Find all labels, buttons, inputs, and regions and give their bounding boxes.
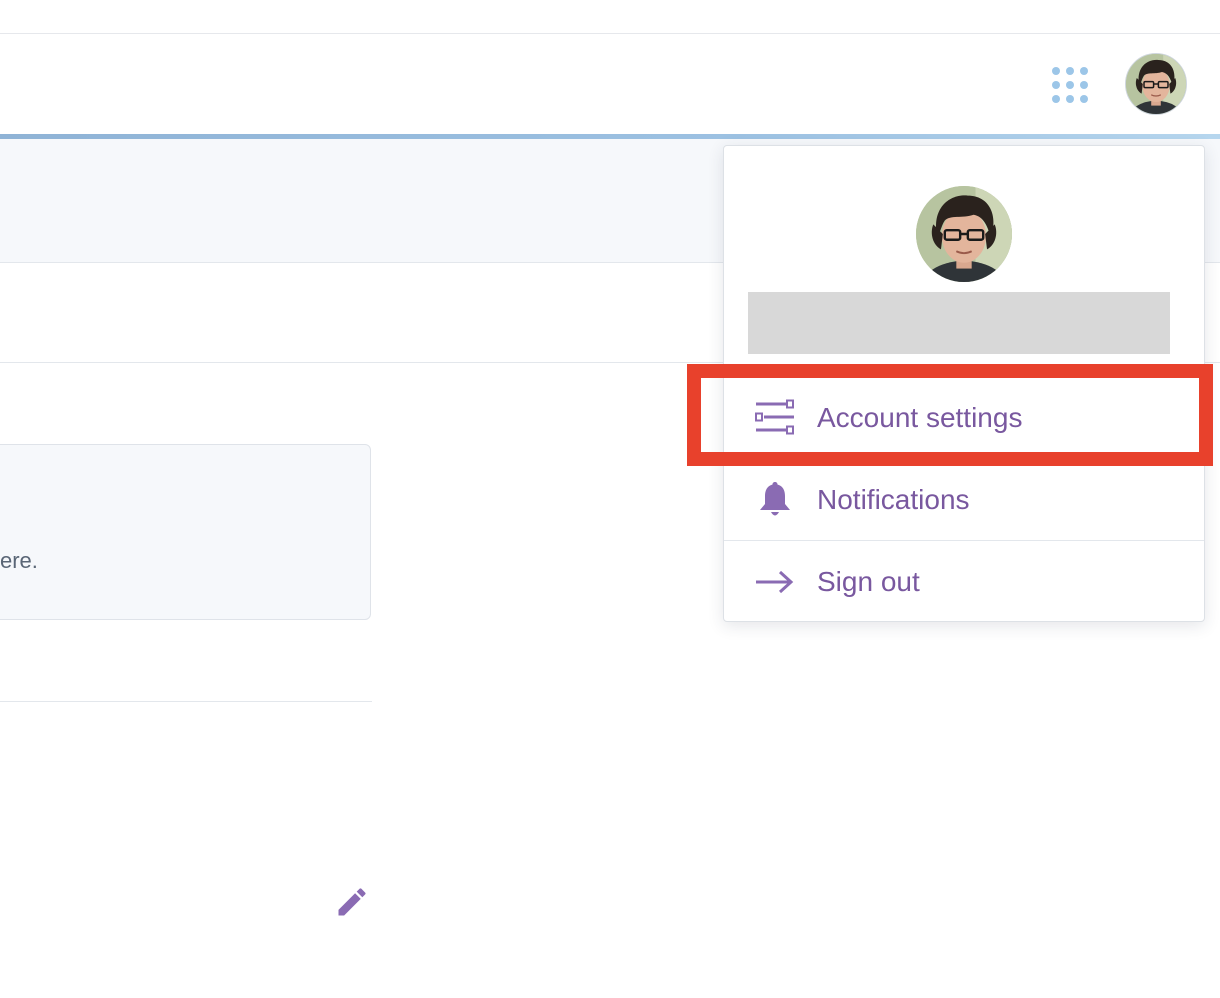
menu-item-label: Sign out: [817, 566, 920, 597]
avatar-image: [1126, 54, 1186, 114]
avatar-image: [916, 186, 1012, 282]
edit-button[interactable]: [334, 884, 370, 920]
menu-item-label: Account settings: [817, 402, 1023, 433]
settings-sliders-icon: [754, 398, 796, 438]
header-avatar-button[interactable]: [1125, 53, 1187, 115]
menu-item-account-settings[interactable]: Account settings: [724, 378, 1204, 458]
menu-item-sign-out[interactable]: Sign out: [724, 542, 1204, 622]
top-strip: [0, 0, 1220, 34]
app-header: [0, 34, 1220, 134]
menu-divider: [724, 540, 1204, 541]
bell-icon: [754, 480, 796, 520]
pencil-icon: [338, 888, 366, 916]
menu-item-notifications[interactable]: Notifications: [724, 460, 1204, 540]
info-card: [0, 444, 371, 620]
menu-item-label: Notifications: [817, 484, 970, 515]
arrow-right-icon: [754, 562, 796, 602]
user-name-redacted: [748, 292, 1170, 354]
content-divider: [0, 701, 372, 702]
dropdown-avatar: [916, 186, 1012, 282]
info-card-text: ere.: [0, 548, 38, 573]
apps-grid-button[interactable]: [1048, 63, 1092, 107]
